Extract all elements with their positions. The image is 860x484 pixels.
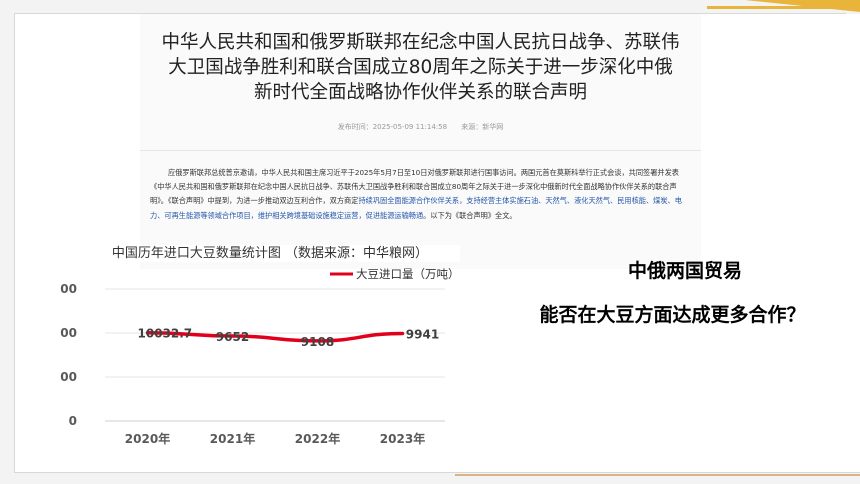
article-source: 来源：新华网: [461, 123, 504, 131]
x-tick-label: 2023年: [380, 431, 425, 446]
article-meta: 发布时间：2025-05-09 11:14:58 来源：新华网: [140, 122, 701, 132]
article-divider: [140, 150, 701, 151]
x-tick-label: 2022年: [295, 431, 340, 446]
article-publish-time: 发布时间：2025-05-09 11:14:58: [337, 123, 448, 131]
x-tick-label: 2021年: [210, 431, 255, 446]
article-body: 应俄罗斯联邦总统普京邀请，中华人民共和国主席习近平于2025年5月7日至10日对…: [150, 166, 688, 223]
y-tick-label: 10000: [60, 326, 77, 340]
bottom-accent-line: [455, 474, 860, 476]
y-tick-label: 0: [69, 414, 77, 428]
data-label: 9108: [301, 335, 334, 349]
accent-corner: [745, 0, 860, 12]
side-title: 中俄两国贸易: [627, 260, 742, 282]
side-question: 能否在大豆方面达成更多合作？: [539, 304, 806, 326]
frame-border-bottom: [14, 472, 860, 473]
frame-border-left: [14, 13, 15, 473]
data-label: 9652: [216, 330, 249, 344]
data-label: 9941: [406, 328, 439, 342]
y-tick-label: 15000: [60, 282, 77, 296]
y-tick-label: 5000: [60, 370, 77, 384]
news-article-screenshot: 中华人民共和国和俄罗斯联邦在纪念中国人民抗日战争、苏联伟大卫国战争胜利和联合国成…: [140, 14, 701, 269]
x-tick-label: 2020年: [125, 431, 170, 446]
legend-label: 大豆进口量（万吨）: [356, 267, 460, 281]
soybean-import-chart: 0 5000 10000 15000 2020年 2021年 2022年 2023年 10032…: [60, 267, 460, 446]
article-body-text-2: 。以下为《联合声明》全文。: [423, 210, 517, 220]
article-title: 中华人民共和国和俄罗斯联邦在纪念中国人民抗日战争、苏联伟大卫国战争胜利和联合国成…: [161, 32, 680, 103]
data-label: 10032.7: [138, 327, 193, 341]
chart-title: 中国历年进口大豆数量统计图 （数据来源：中华粮网）: [80, 245, 460, 262]
